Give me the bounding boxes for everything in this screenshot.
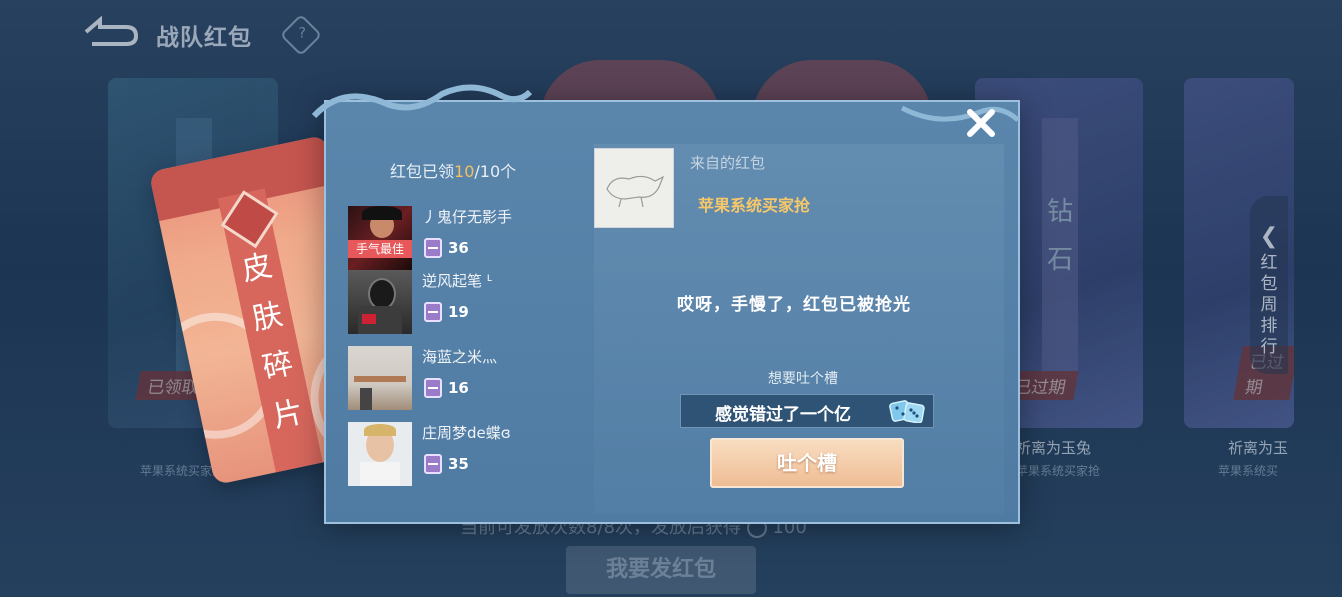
- complain-input[interactable]: 感觉错过了一个亿: [680, 394, 934, 428]
- claim-amount: 19: [448, 303, 469, 321]
- claimer-name: 庄周梦de蝶ɞ: [422, 424, 511, 442]
- claimer-name: 丿鬼仔无影手: [422, 208, 513, 226]
- complain-button[interactable]: 吐个槽: [710, 438, 904, 488]
- list-item: 庄周梦de蝶ɞ 35: [348, 422, 578, 490]
- cloud-decoration: [900, 105, 1020, 122]
- redpacket-detail-modal: 红包已领10/10个 手气最佳 丿鬼仔无影手 36 逆风起笔 ᒻ 19 海蓝之米…: [324, 100, 1020, 524]
- complain-label: 想要吐个槽: [768, 371, 838, 387]
- empty-message: 哎呀，手慢了，红包已被抢光: [677, 295, 911, 315]
- best-luck-badge: 手气最佳: [348, 240, 412, 258]
- claimer-name: 海蓝之米灬: [422, 348, 498, 366]
- sender-name: 苹果系统买家抢: [698, 196, 811, 215]
- close-button[interactable]: [964, 106, 998, 140]
- claimers-list: 红包已领10/10个 手气最佳 丿鬼仔无影手 36 逆风起笔 ᒻ 19 海蓝之米…: [326, 102, 582, 522]
- cloud-decoration: [312, 84, 532, 119]
- claimer-name: 逆风起笔 ᒻ: [422, 272, 493, 290]
- list-item: 逆风起笔 ᒻ 19: [348, 270, 578, 338]
- claim-amount: 16: [448, 379, 469, 397]
- fragment-icon: [424, 238, 442, 258]
- sender-avatar[interactable]: [594, 148, 674, 228]
- list-item: 手气最佳 丿鬼仔无影手 36: [348, 206, 578, 274]
- fragment-icon: [424, 454, 442, 474]
- avatar[interactable]: [348, 422, 412, 486]
- complain-text: 感觉错过了一个亿: [715, 405, 851, 425]
- close-icon: [967, 109, 995, 137]
- claimed-count: 红包已领10/10个: [390, 162, 517, 181]
- avatar[interactable]: [348, 270, 412, 334]
- avatar[interactable]: [348, 346, 412, 410]
- from-label: 来自的红包: [690, 154, 766, 172]
- claim-amount: 36: [448, 239, 469, 257]
- dice-icon[interactable]: [889, 399, 927, 423]
- claim-amount: 35: [448, 455, 469, 473]
- fragment-icon: [424, 302, 442, 322]
- redpacket-detail: 来自的红包 苹果系统买家抢 哎呀，手慢了，红包已被抢光 想要吐个槽 感觉错过了一…: [594, 144, 1004, 514]
- fragment-icon: [424, 378, 442, 398]
- list-item: 海蓝之米灬 16: [348, 346, 578, 414]
- avatar[interactable]: [348, 206, 412, 270]
